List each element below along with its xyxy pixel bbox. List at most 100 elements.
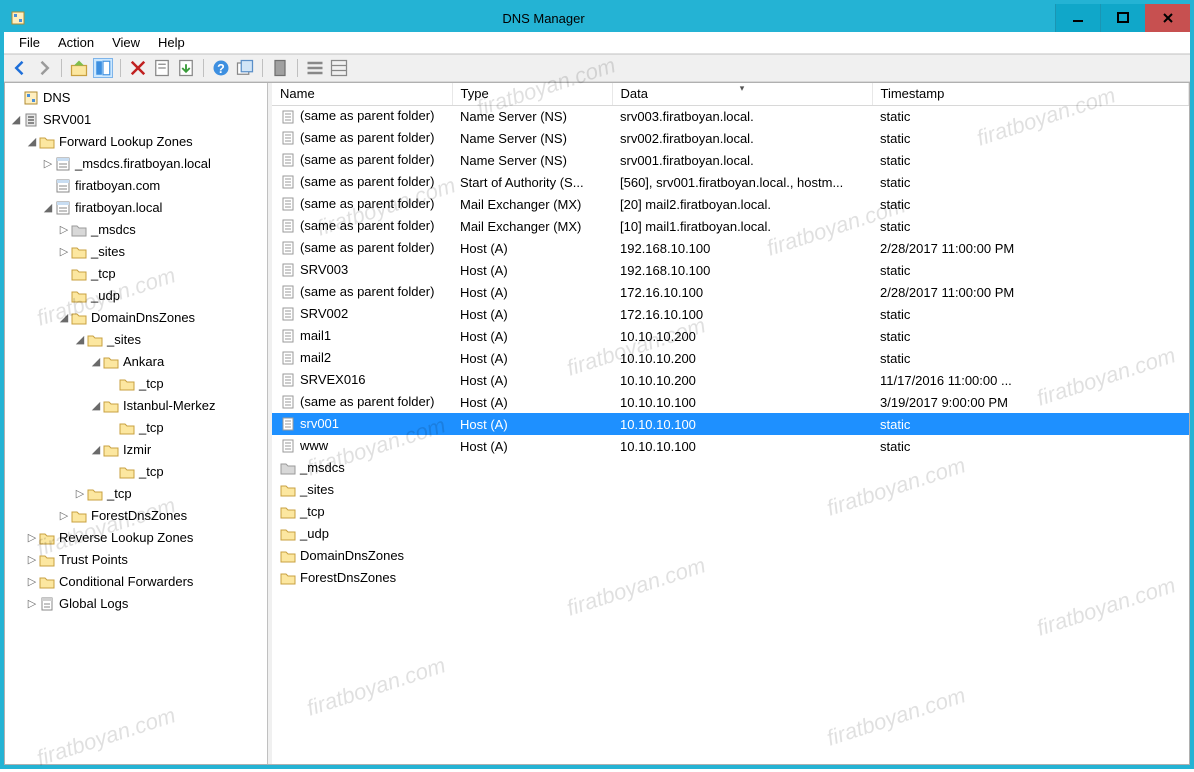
record-row[interactable]: wwwHost (A)10.10.10.100static: [272, 435, 1189, 457]
record-row[interactable]: _udp: [272, 523, 1189, 545]
expand-icon[interactable]: ▷: [25, 527, 39, 549]
expand-icon[interactable]: ▷: [73, 483, 87, 505]
expand-icon[interactable]: ▷: [25, 571, 39, 593]
tree-sites[interactable]: ▷_sites: [5, 241, 267, 263]
record-row[interactable]: (same as parent folder)Name Server (NS)s…: [272, 105, 1189, 127]
detail-icon[interactable]: [329, 58, 349, 78]
record-row[interactable]: srv001Host (A)10.10.10.100static: [272, 413, 1189, 435]
record-data: 10.10.10.200: [612, 325, 872, 347]
tree-izmir-tcp[interactable]: _tcp: [5, 461, 267, 483]
record-data: 192.168.10.100: [612, 237, 872, 259]
tree-rlz[interactable]: ▷Reverse Lookup Zones: [5, 527, 267, 549]
list-icon[interactable]: [305, 58, 325, 78]
record-name: _udp: [300, 526, 329, 541]
maximize-button[interactable]: [1100, 4, 1145, 32]
up-icon[interactable]: [69, 58, 89, 78]
record-row[interactable]: (same as parent folder)Start of Authorit…: [272, 171, 1189, 193]
record-row[interactable]: SRV003Host (A)192.168.10.100static: [272, 259, 1189, 281]
show-hide-tree-icon[interactable]: [93, 58, 113, 78]
tree-gl[interactable]: ▷Global Logs: [5, 593, 267, 615]
expand-icon[interactable]: ▷: [41, 153, 55, 175]
record-row[interactable]: mail1Host (A)10.10.10.200static: [272, 325, 1189, 347]
record-list[interactable]: Name Type Data▾ Timestamp (same as paren…: [272, 83, 1189, 764]
minimize-button[interactable]: [1055, 4, 1100, 32]
help-icon[interactable]: ?: [211, 58, 231, 78]
record-row[interactable]: _msdcs: [272, 457, 1189, 479]
record-timestamp: [872, 501, 1189, 523]
tree-ankara-tcp[interactable]: _tcp: [5, 373, 267, 395]
expand-icon[interactable]: ▷: [25, 593, 39, 615]
collapse-icon[interactable]: ◢: [89, 395, 103, 417]
record-row[interactable]: (same as parent folder)Host (A)192.168.1…: [272, 237, 1189, 259]
properties-icon[interactable]: [152, 58, 172, 78]
tree-ddz-sites[interactable]: ◢_sites: [5, 329, 267, 351]
tree-fdz[interactable]: ▷ForestDnsZones: [5, 505, 267, 527]
menu-help[interactable]: Help: [149, 33, 194, 52]
menu-file[interactable]: File: [10, 33, 49, 52]
tree-msdcs-zone[interactable]: ▷_msdcs.firatboyan.local: [5, 153, 267, 175]
export-icon[interactable]: [176, 58, 196, 78]
record-icon: [280, 372, 296, 388]
tree-ddz[interactable]: ◢DomainDnsZones: [5, 307, 267, 329]
expand-icon[interactable]: ▷: [57, 241, 71, 263]
collapse-icon[interactable]: ◢: [89, 439, 103, 461]
col-timestamp[interactable]: Timestamp: [872, 83, 1189, 105]
record-row[interactable]: (same as parent folder)Host (A)10.10.10.…: [272, 391, 1189, 413]
tree-local-zone[interactable]: ◢firatboyan.local: [5, 197, 267, 219]
record-type: [452, 501, 612, 523]
tree-istanbul[interactable]: ◢Istanbul-Merkez: [5, 395, 267, 417]
col-data[interactable]: Data▾: [612, 83, 872, 105]
new-window-icon[interactable]: [235, 58, 255, 78]
record-row[interactable]: _sites: [272, 479, 1189, 501]
tree-ddz-tcp[interactable]: ▷_tcp: [5, 483, 267, 505]
titlebar[interactable]: DNS Manager: [4, 4, 1190, 32]
tree-flz[interactable]: ◢Forward Lookup Zones: [5, 131, 267, 153]
record-row[interactable]: SRVEX016Host (A)10.10.10.20011/17/2016 1…: [272, 369, 1189, 391]
menu-view[interactable]: View: [103, 33, 149, 52]
app-icon: [10, 10, 26, 26]
record-row[interactable]: SRV002Host (A)172.16.10.100static: [272, 303, 1189, 325]
tree-msdcs[interactable]: ▷_msdcs: [5, 219, 267, 241]
expand-icon[interactable]: ▷: [25, 549, 39, 571]
filter-icon[interactable]: [270, 58, 290, 78]
tree-com-zone[interactable]: firatboyan.com: [5, 175, 267, 197]
folder-icon: [280, 460, 296, 476]
menu-action[interactable]: Action: [49, 33, 103, 52]
record-row[interactable]: DomainDnsZones: [272, 545, 1189, 567]
expand-icon[interactable]: ▷: [57, 505, 71, 527]
record-name: (same as parent folder): [300, 152, 434, 167]
tree-tp[interactable]: ▷Trust Points: [5, 549, 267, 571]
delete-icon[interactable]: [128, 58, 148, 78]
record-row[interactable]: (same as parent folder)Name Server (NS)s…: [272, 149, 1189, 171]
tree-tcp[interactable]: _tcp: [5, 263, 267, 285]
expand-icon[interactable]: ▷: [57, 219, 71, 241]
record-row[interactable]: ForestDnsZones: [272, 567, 1189, 589]
record-row[interactable]: mail2Host (A)10.10.10.200static: [272, 347, 1189, 369]
tree-server[interactable]: ◢SRV001: [5, 109, 267, 131]
collapse-icon[interactable]: ◢: [25, 131, 39, 153]
record-icon: [280, 218, 296, 234]
tree-pane[interactable]: DNS◢SRV001◢Forward Lookup Zones▷_msdcs.f…: [5, 83, 268, 764]
collapse-icon[interactable]: ◢: [73, 329, 87, 351]
back-icon[interactable]: [10, 58, 30, 78]
tree-ankara[interactable]: ◢Ankara: [5, 351, 267, 373]
forward-icon[interactable]: [34, 58, 54, 78]
tree-izmir[interactable]: ◢Izmir: [5, 439, 267, 461]
collapse-icon[interactable]: ◢: [57, 307, 71, 329]
collapse-icon[interactable]: ◢: [9, 109, 23, 131]
tree-udp[interactable]: _udp: [5, 285, 267, 307]
col-type[interactable]: Type: [452, 83, 612, 105]
record-row[interactable]: (same as parent folder)Name Server (NS)s…: [272, 127, 1189, 149]
close-button[interactable]: [1145, 4, 1190, 32]
record-row[interactable]: _tcp: [272, 501, 1189, 523]
tree-cf[interactable]: ▷Conditional Forwarders: [5, 571, 267, 593]
collapse-icon[interactable]: ◢: [41, 197, 55, 219]
collapse-icon[interactable]: ◢: [89, 351, 103, 373]
col-name[interactable]: Name: [272, 83, 452, 105]
record-row[interactable]: (same as parent folder)Host (A)172.16.10…: [272, 281, 1189, 303]
record-row[interactable]: (same as parent folder)Mail Exchanger (M…: [272, 193, 1189, 215]
tree-dns[interactable]: DNS: [5, 87, 267, 109]
record-row[interactable]: (same as parent folder)Mail Exchanger (M…: [272, 215, 1189, 237]
tree-server-icon: [23, 112, 39, 128]
tree-istanbul-tcp[interactable]: _tcp: [5, 417, 267, 439]
